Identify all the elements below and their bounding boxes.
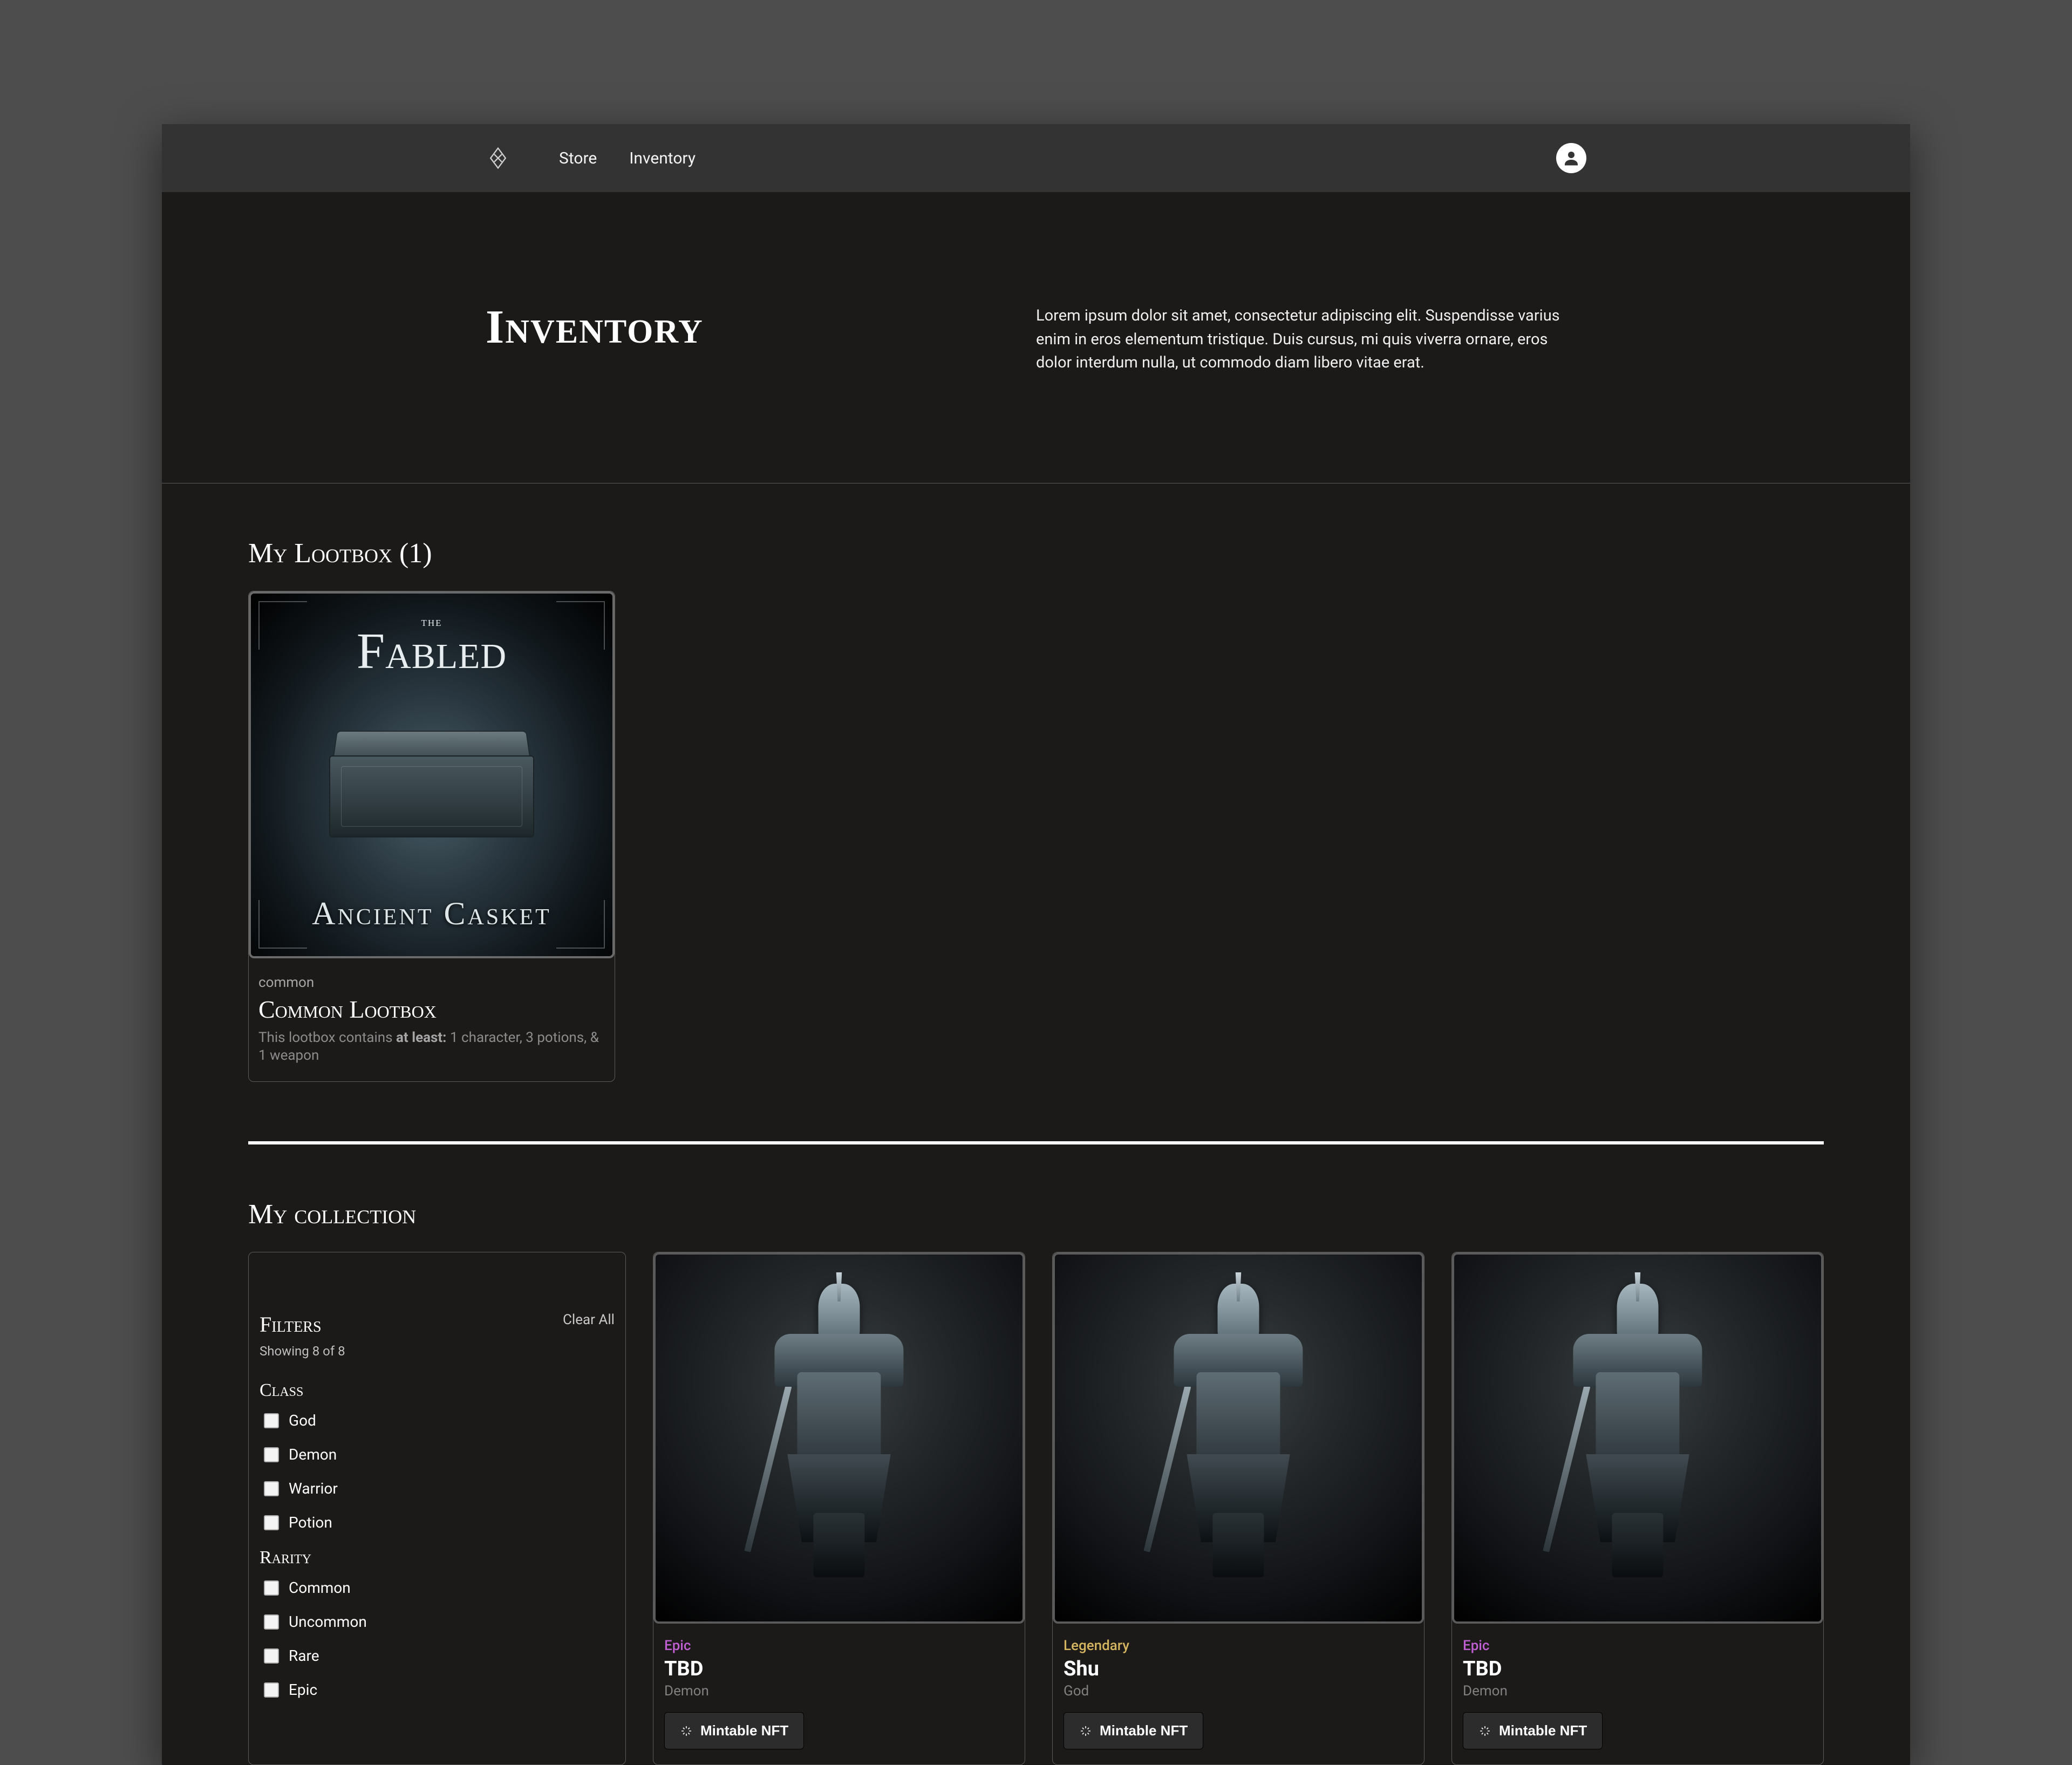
clear-all-button[interactable]: Clear All: [563, 1312, 615, 1328]
checkbox-icon[interactable]: [264, 1648, 279, 1664]
filters-showing: Showing 8 of 8: [260, 1344, 615, 1359]
filter-rarity-list: Common Uncommon Rare Epic: [260, 1579, 615, 1699]
user-icon: [1562, 148, 1581, 168]
collection-card[interactable]: Legendary Shu God Mintable NFT: [1052, 1252, 1424, 1765]
checkbox-icon[interactable]: [264, 1481, 279, 1496]
checkbox-icon[interactable]: [264, 1580, 279, 1596]
lootbox-section-title: My Lootbox (1): [248, 537, 1824, 569]
sparkle-icon: [680, 1725, 693, 1737]
logo-icon[interactable]: [486, 146, 510, 171]
main-nav: Store Inventory: [559, 149, 696, 168]
filter-option-epic[interactable]: Epic: [264, 1681, 615, 1699]
checkbox-icon[interactable]: [264, 1413, 279, 1428]
filter-option-warrior[interactable]: Warrior: [264, 1480, 615, 1497]
checkbox-icon[interactable]: [264, 1682, 279, 1698]
character-icon: [1157, 1284, 1319, 1577]
lootbox-desc: This lootbox contains at least: 1 charac…: [258, 1029, 605, 1066]
checkbox-icon[interactable]: [264, 1515, 279, 1530]
filter-option-uncommon[interactable]: Uncommon: [264, 1613, 615, 1631]
filter-option-potion[interactable]: Potion: [264, 1514, 615, 1531]
filter-group-rarity-title: Rarity: [260, 1548, 615, 1568]
filter-option-label: Common: [289, 1579, 351, 1597]
filter-option-rare[interactable]: Rare: [264, 1647, 615, 1665]
mint-button-label: Mintable NFT: [700, 1722, 788, 1739]
lootbox-brand-name: Fabled: [357, 623, 507, 679]
mint-button-label: Mintable NFT: [1100, 1722, 1188, 1739]
collection-card[interactable]: Epic TBD Demon Mintable NFT: [1451, 1252, 1824, 1765]
card-rarity: Epic: [1463, 1638, 1812, 1654]
lootbox-image: the Fabled Ancient Casket: [249, 591, 615, 958]
filter-group-class-title: Class: [260, 1380, 615, 1401]
lootbox-card[interactable]: the Fabled Ancient Casket common Common …: [248, 591, 615, 1082]
character-icon: [1557, 1284, 1718, 1577]
page-description: Lorem ipsum dolor sit amet, consectetur …: [1036, 300, 1586, 375]
filter-option-label: Epic: [289, 1681, 317, 1699]
mint-button[interactable]: Mintable NFT: [1463, 1712, 1603, 1749]
card-name: TBD: [664, 1657, 1014, 1681]
page-title: Inventory: [486, 300, 960, 375]
mint-button[interactable]: Mintable NFT: [664, 1712, 804, 1749]
card-name: TBD: [1463, 1657, 1812, 1681]
filters-title: Filters: [260, 1312, 322, 1337]
nav-inventory[interactable]: Inventory: [629, 149, 696, 168]
filter-option-god[interactable]: God: [264, 1412, 615, 1429]
filter-class-list: God Demon Warrior Potion: [260, 1412, 615, 1531]
filter-option-label: God: [289, 1412, 316, 1429]
lootbox-caption: Ancient Casket: [251, 895, 612, 932]
filters-panel: Filters Clear All Showing 8 of 8 Class G…: [248, 1252, 626, 1765]
character-icon: [758, 1284, 919, 1577]
lootbox-section: My Lootbox (1) the Fabled Ancient Casket…: [162, 483, 1910, 1082]
card-image: [1452, 1252, 1823, 1624]
sparkle-icon: [1079, 1725, 1092, 1737]
filter-option-label: Warrior: [289, 1480, 338, 1497]
card-image: [653, 1252, 1025, 1624]
card-class: God: [1064, 1683, 1413, 1699]
collection-section-title: My collection: [248, 1198, 1824, 1230]
filter-option-label: Rare: [289, 1647, 319, 1665]
nav-store[interactable]: Store: [559, 149, 597, 168]
topbar: Store Inventory: [162, 124, 1910, 192]
account-avatar[interactable]: [1556, 143, 1586, 173]
casket-icon: [329, 730, 534, 837]
card-class: Demon: [664, 1683, 1014, 1699]
collection-grid: Epic TBD Demon Mintable NFT Legendary: [653, 1252, 1824, 1765]
lootbox-name: Common Lootbox: [258, 995, 605, 1024]
card-rarity: Epic: [664, 1638, 1014, 1654]
sparkle-icon: [1478, 1725, 1491, 1737]
filter-option-label: Uncommon: [289, 1613, 367, 1631]
mint-button-label: Mintable NFT: [1499, 1722, 1587, 1739]
mint-button[interactable]: Mintable NFT: [1064, 1712, 1203, 1749]
hero: Inventory Lorem ipsum dolor sit amet, co…: [162, 192, 1910, 483]
card-rarity: Legendary: [1064, 1638, 1413, 1654]
checkbox-icon[interactable]: [264, 1614, 279, 1630]
card-class: Demon: [1463, 1683, 1812, 1699]
filter-option-label: Demon: [289, 1446, 337, 1463]
app-window: Store Inventory Inventory Lorem ipsum do…: [162, 124, 1910, 1765]
card-image: [1053, 1252, 1424, 1624]
filter-option-label: Potion: [289, 1514, 332, 1531]
filter-option-common[interactable]: Common: [264, 1579, 615, 1597]
card-name: Shu: [1064, 1657, 1413, 1681]
checkbox-icon[interactable]: [264, 1447, 279, 1462]
filter-option-demon[interactable]: Demon: [264, 1446, 615, 1463]
collection-section: My collection Filters Clear All Showing …: [162, 1144, 1910, 1765]
lootbox-rarity: common: [258, 975, 605, 991]
collection-card[interactable]: Epic TBD Demon Mintable NFT: [653, 1252, 1025, 1765]
